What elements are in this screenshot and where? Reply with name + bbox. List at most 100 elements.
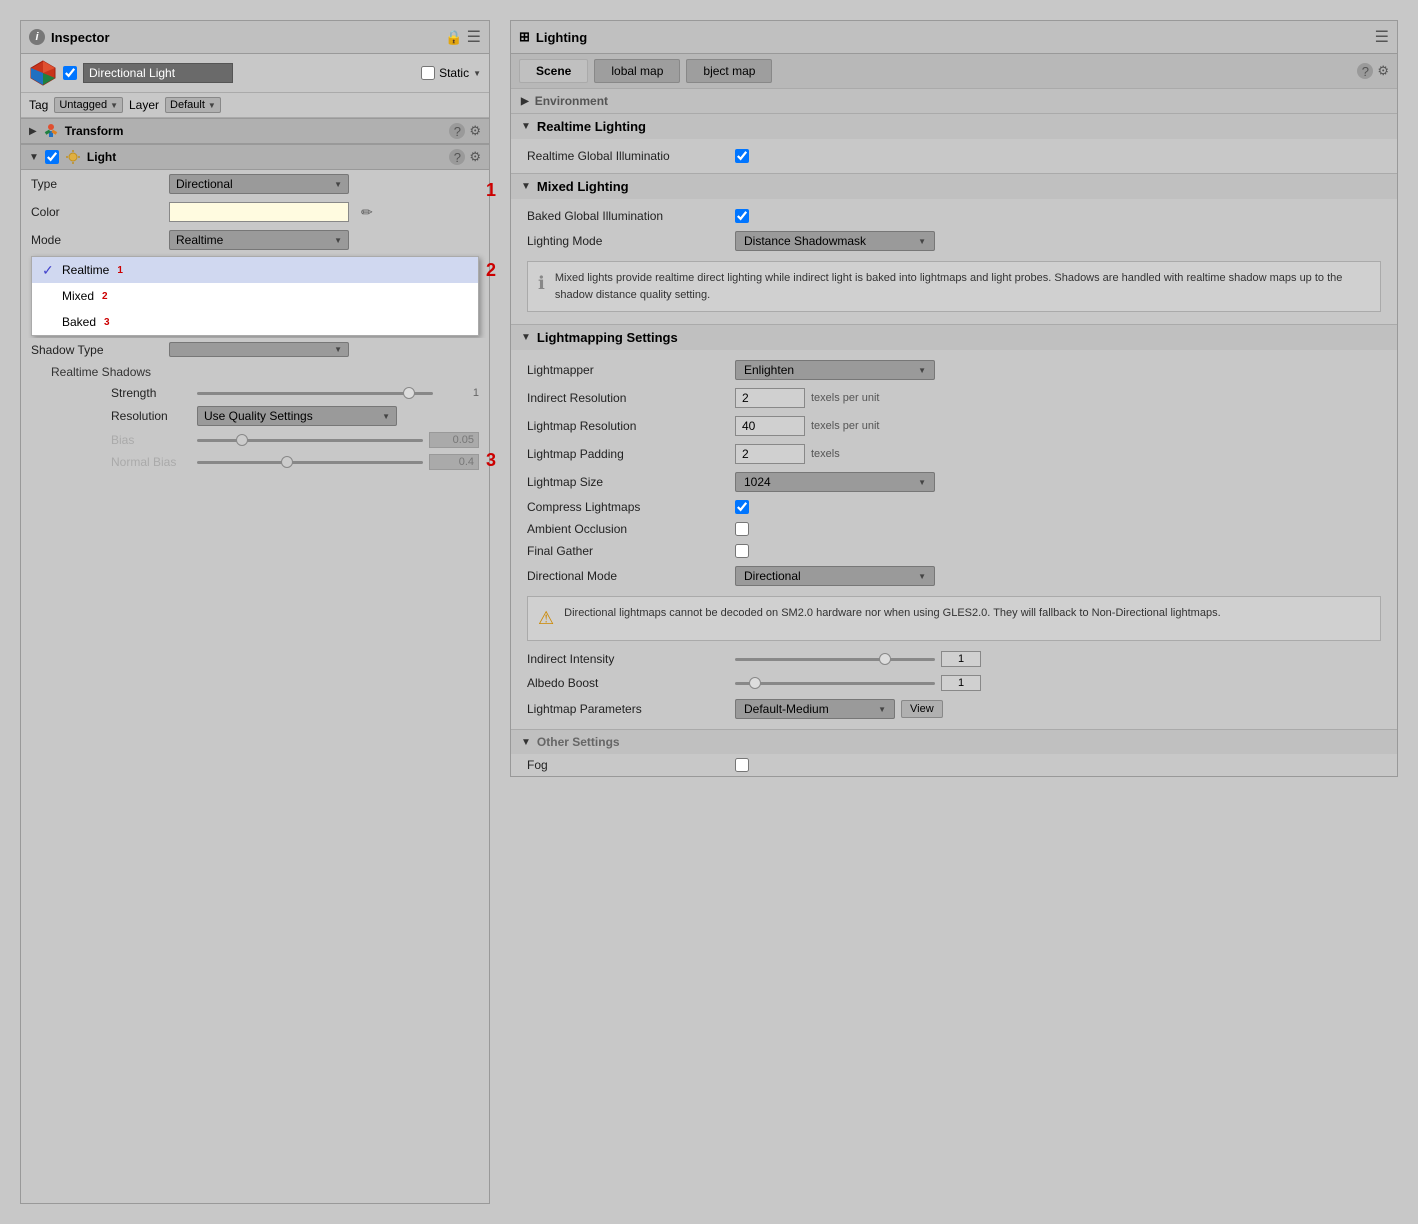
tab-scene[interactable]: Scene — [519, 59, 588, 83]
final-gather-checkbox[interactable] — [735, 544, 749, 558]
tab-global-map[interactable]: lobal map — [594, 59, 680, 83]
eyedropper-icon[interactable]: ✏ — [361, 204, 373, 221]
albedo-boost-slider[interactable] — [735, 682, 935, 685]
lightmap-params-dropdown[interactable]: Default-Medium ▼ — [735, 699, 895, 719]
strength-slider-track[interactable] — [197, 392, 433, 395]
lightmap-padding-input[interactable] — [735, 444, 805, 464]
lightmapping-header[interactable]: ▼ Lightmapping Settings — [511, 325, 1397, 350]
tag-layer-row: Tag Untagged ▼ Layer Default ▼ — [21, 93, 489, 118]
header-icons: 🔒 ☰ — [445, 27, 481, 47]
lightmap-size-row: Lightmap Size 1024 ▼ — [511, 468, 1397, 496]
mode-dropdown[interactable]: Realtime ▼ — [169, 230, 349, 250]
indirect-intensity-slider[interactable] — [735, 658, 935, 661]
lighting-panel-icon: ⊞ — [519, 29, 530, 45]
mode-option-realtime-badge: 1 — [117, 265, 123, 276]
menu-icon[interactable]: ☰ — [467, 27, 481, 47]
ambient-occlusion-checkbox[interactable] — [735, 522, 749, 536]
albedo-boost-thumb[interactable] — [749, 677, 761, 689]
shadow-type-dropdown[interactable]: ▼ — [169, 342, 349, 357]
mixed-lighting-header[interactable]: ▼ Mixed Lighting — [511, 174, 1397, 199]
other-settings-header[interactable]: ▼ Other Settings — [511, 729, 1397, 754]
tab-gear-icon[interactable]: ⚙ — [1377, 63, 1389, 79]
ambient-occlusion-row: Ambient Occlusion — [511, 518, 1397, 540]
lock-icon[interactable]: 🔒 — [445, 29, 462, 46]
environment-section-header[interactable]: ▶ Environment — [511, 88, 1397, 113]
tag-dropdown[interactable]: Untagged ▼ — [54, 97, 123, 113]
mixed-lighting-title: Mixed Lighting — [537, 179, 629, 194]
lighting-mode-row: Lighting Mode Distance Shadowmask ▼ — [511, 227, 1397, 255]
other-settings-title: Other Settings — [537, 735, 620, 749]
tab-actions: ? ⚙ — [1357, 63, 1389, 79]
normal-bias-slider-thumb[interactable] — [281, 456, 293, 468]
mode-arrow: ▼ — [334, 236, 342, 245]
inspector-title: Inspector — [51, 30, 110, 45]
object-name-field[interactable] — [83, 63, 233, 83]
compress-checkbox[interactable] — [735, 500, 749, 514]
realtime-toggle-icon: ▼ — [521, 121, 531, 132]
light-help-icon[interactable]: ? — [449, 149, 465, 165]
environment-arrow: ▶ — [521, 96, 529, 107]
normal-bias-slider-track[interactable] — [197, 461, 423, 464]
lightmapping-toggle-icon: ▼ — [521, 332, 531, 343]
light-section-header[interactable]: ▼ Light ? ⚙ — [21, 144, 489, 170]
mode-option-realtime[interactable]: ✓ Realtime 1 — [32, 257, 478, 283]
lighting-menu-icon[interactable]: ☰ — [1375, 27, 1389, 47]
other-settings-arrow: ▼ — [521, 737, 531, 748]
bias-label: Bias — [111, 433, 191, 447]
transform-section-header[interactable]: ▶ Transform ? ⚙ — [21, 118, 489, 144]
transform-help-icon[interactable]: ? — [449, 123, 465, 139]
light-active-checkbox[interactable] — [45, 150, 59, 164]
transform-actions: ? ⚙ — [449, 123, 481, 139]
realtime-lighting-header[interactable]: ▼ Realtime Lighting — [511, 114, 1397, 139]
tag-label: Tag — [29, 98, 48, 112]
bias-slider-thumb[interactable] — [236, 434, 248, 446]
baked-gi-checkbox[interactable] — [735, 209, 749, 223]
static-dropdown-arrow[interactable]: ▼ — [473, 69, 481, 78]
lightmapper-dropdown[interactable]: Enlighten ▼ — [735, 360, 935, 380]
lighting-mode-dropdown[interactable]: Distance Shadowmask ▼ — [735, 231, 935, 251]
baked-gi-value — [735, 209, 1381, 223]
static-checkbox[interactable] — [421, 66, 435, 80]
indirect-intensity-thumb[interactable] — [879, 653, 891, 665]
normal-bias-value: 0.4 — [429, 454, 479, 470]
warning-triangle-icon: ⚠ — [538, 605, 554, 632]
directional-mode-label: Directional Mode — [527, 569, 727, 583]
albedo-boost-label: Albedo Boost — [527, 676, 727, 690]
view-button[interactable]: View — [901, 700, 943, 718]
tag-dropdown-arrow: ▼ — [110, 101, 118, 110]
object-active-checkbox-group — [63, 66, 77, 80]
bias-slider-track[interactable] — [197, 439, 423, 442]
indirect-intensity-input[interactable] — [941, 651, 981, 667]
lightmap-size-dropdown[interactable]: 1024 ▼ — [735, 472, 935, 492]
inspector-title-group: i Inspector — [29, 29, 110, 45]
mode-label: Mode — [31, 233, 161, 247]
color-swatch[interactable] — [169, 202, 349, 222]
info-icon: i — [29, 29, 45, 45]
indirect-res-unit: texels per unit — [811, 392, 879, 404]
mode-option-baked[interactable]: Baked 3 — [32, 309, 478, 335]
fog-checkbox[interactable] — [735, 758, 749, 772]
strength-slider-thumb[interactable] — [403, 387, 415, 399]
resolution-dropdown[interactable]: Use Quality Settings ▼ — [197, 406, 397, 426]
transform-gear-icon[interactable]: ⚙ — [469, 123, 481, 139]
mode-option-mixed[interactable]: Mixed 2 — [32, 283, 478, 309]
directional-mode-dropdown[interactable]: Directional ▼ — [735, 566, 935, 586]
object-active-checkbox[interactable] — [63, 66, 77, 80]
transform-title: Transform — [65, 124, 124, 138]
tab-help-icon[interactable]: ? — [1357, 63, 1373, 79]
color-prop-row: Color ✏ — [21, 198, 489, 226]
layer-value: Default — [170, 99, 205, 111]
mode-prop-row: Mode Realtime ▼ — [21, 226, 489, 254]
mode-option-mixed-badge: 2 — [102, 291, 108, 302]
lightmap-res-input[interactable] — [735, 416, 805, 436]
tab-object-map[interactable]: bject map — [686, 59, 772, 83]
indirect-res-input[interactable] — [735, 388, 805, 408]
realtime-shadows-header: Realtime Shadows — [21, 361, 489, 383]
albedo-boost-input[interactable] — [941, 675, 981, 691]
realtime-gi-checkbox[interactable] — [735, 149, 749, 163]
type-dropdown[interactable]: Directional ▼ — [169, 174, 349, 194]
light-arrow: ▼ — [29, 152, 39, 163]
lightmap-size-value: 1024 ▼ — [735, 472, 1381, 492]
layer-dropdown[interactable]: Default ▼ — [165, 97, 221, 113]
light-gear-icon[interactable]: ⚙ — [469, 149, 481, 165]
